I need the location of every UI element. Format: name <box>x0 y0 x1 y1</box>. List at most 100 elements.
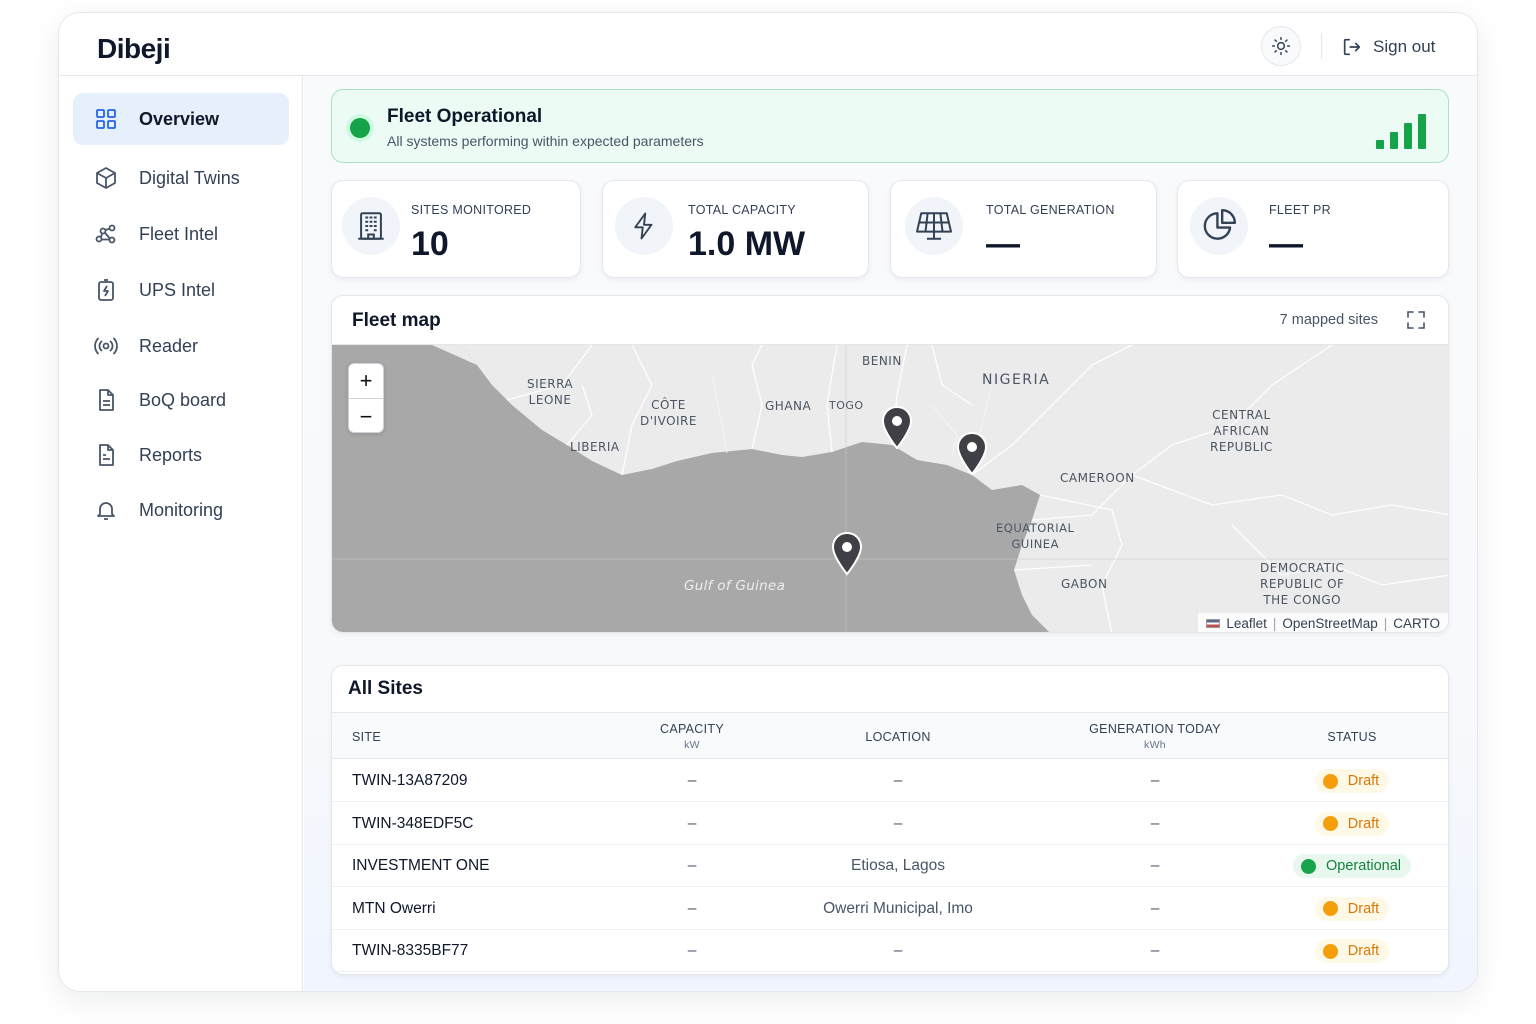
stat-label: FLEET PR <box>1269 203 1331 217</box>
capacity-cell: – <box>687 942 697 959</box>
status-badge: Draft <box>1314 939 1390 963</box>
sites-title: All Sites <box>348 678 423 699</box>
sidebar-item-overview[interactable]: Overview <box>73 93 289 145</box>
sidebar-item-label: Overview <box>139 108 220 129</box>
sun-icon <box>1271 36 1291 56</box>
table-row[interactable]: INVESTMENT ONE – Etiosa, Lagos – Operational <box>332 845 1448 887</box>
map-canvas[interactable]: + − BENIN NIGERIA SIERRA LEONE CÔTE D'IV… <box>332 344 1448 632</box>
header-divider <box>1321 33 1322 59</box>
network-icon <box>95 224 116 244</box>
capacity-cell: – <box>687 772 697 789</box>
sidebar: Overview Digital Twins Fleet Intel UPS I… <box>59 76 303 991</box>
site-name-cell: TWIN-8335BF77 <box>352 942 469 959</box>
map-label-drc: DEMOCRATIC REPUBLIC OF THE CONGO <box>1260 561 1345 607</box>
status-dot <box>1301 858 1317 874</box>
generation-cell: – <box>1150 814 1160 832</box>
all-sites-panel: All Sites SITE CAPACITY kW LOCATION GENE… <box>331 665 1449 975</box>
openstreetmap-link[interactable]: OpenStreetMap <box>1282 616 1377 631</box>
table-row[interactable]: TWIN-13A87209 – – – Draft <box>332 760 1448 802</box>
app-window: Dibeji Sign out Overview Digital Twins F… <box>58 12 1478 992</box>
column-header-generation[interactable]: GENERATION TODAY kWh <box>1065 713 1245 760</box>
stat-label: TOTAL CAPACITY <box>688 203 796 217</box>
expand-icon[interactable] <box>1406 310 1426 330</box>
map-label-benin: BENIN <box>862 354 902 368</box>
stat-value: 1.0 MW <box>688 225 806 263</box>
sidebar-item-monitoring[interactable]: Monitoring <box>73 484 289 536</box>
attribution-separator: | <box>1272 616 1277 631</box>
battery-bolt-icon <box>98 279 114 301</box>
map-marker-pin[interactable] <box>954 431 990 477</box>
stat-card-generation: TOTAL GENERATION — <box>890 180 1157 278</box>
banner-subtitle: All systems performing within expected p… <box>387 133 704 149</box>
sidebar-item-fleet-intel[interactable]: Fleet Intel <box>73 208 289 260</box>
status-label: Draft <box>1347 900 1380 917</box>
map-label-sierra-leone: SIERRA LEONE <box>527 377 574 407</box>
status-cell: Draft <box>1292 930 1412 972</box>
location-cell: – <box>893 772 903 789</box>
sites-table-header: SITE CAPACITY kW LOCATION GENERATION TOD… <box>332 712 1448 759</box>
theme-toggle-button[interactable] <box>1261 26 1301 66</box>
location-cell: Owerri Municipal, Imo <box>823 899 973 917</box>
map-label-liberia: LIBERIA <box>570 440 620 454</box>
column-header-capacity[interactable]: CAPACITY kW <box>632 713 752 760</box>
status-dot <box>1322 773 1338 789</box>
app-logo: Dibeji <box>97 33 171 64</box>
site-name-cell: TWIN-13A87209 <box>352 772 468 789</box>
sign-out-icon <box>1343 38 1361 56</box>
sidebar-item-reader[interactable]: Reader <box>73 320 289 372</box>
zoom-out-button[interactable]: − <box>349 399 383 434</box>
main-content: Fleet Operational All systems performing… <box>304 76 1477 991</box>
sidebar-item-boq-board[interactable]: BoQ board <box>73 374 289 426</box>
capacity-cell: – <box>687 899 697 917</box>
column-header-site[interactable]: SITE <box>352 713 381 760</box>
building-icon <box>342 197 400 255</box>
pie-chart-icon <box>1190 197 1248 255</box>
sidebar-item-label: Reader <box>139 335 199 356</box>
carto-link[interactable]: CARTO <box>1393 616 1440 631</box>
stat-value: 10 <box>411 225 449 263</box>
table-row[interactable]: TWIN-8335BF77 – – – Draft <box>332 930 1448 972</box>
map-label-ghana: GHANA <box>765 399 812 413</box>
sidebar-item-digital-twins[interactable]: Digital Twins <box>73 152 289 204</box>
stat-card-sites: SITES MONITORED 10 <box>331 180 581 278</box>
status-cell: Draft <box>1292 888 1412 930</box>
status-cell: Draft <box>1292 760 1412 802</box>
table-row[interactable]: MTN Owerri – Owerri Municipal, Imo – Draft <box>332 888 1448 930</box>
lightning-icon <box>615 197 673 255</box>
capacity-cell: – <box>687 814 697 832</box>
stat-value: — <box>1269 225 1303 263</box>
zoom-in-button[interactable]: + <box>349 364 383 399</box>
status-label: Draft <box>1347 943 1380 959</box>
sidebar-item-label: Reports <box>139 444 203 465</box>
map-label-nigeria: NIGERIA <box>982 372 1051 388</box>
column-header-location[interactable]: LOCATION <box>798 713 998 760</box>
sidebar-item-label: Monitoring <box>139 499 224 520</box>
map-marker-pin[interactable] <box>829 531 865 577</box>
capacity-cell: – <box>687 857 697 874</box>
fleet-map-panel: Fleet map 7 mapped sites + − BENIN NIGER… <box>331 295 1449 633</box>
cube-icon <box>96 167 116 189</box>
sidebar-item-ups-intel[interactable]: UPS Intel <box>73 264 289 316</box>
column-header-status[interactable]: STATUS <box>1292 713 1412 760</box>
location-cell: – <box>893 814 903 832</box>
sidebar-item-label: Fleet Intel <box>139 223 219 244</box>
map-title: Fleet map <box>352 310 441 331</box>
generation-cell: – <box>1150 899 1160 917</box>
generation-cell: – <box>1150 772 1160 789</box>
top-header: Dibeji Sign out <box>59 13 1477 76</box>
generation-cell: – <box>1150 857 1160 874</box>
map-attribution: Leaflet | OpenStreetMap | CARTO <box>1198 613 1448 632</box>
zoom-control: + − <box>348 363 384 433</box>
table-row[interactable]: TWIN-348EDF5C – – – Draft <box>332 803 1448 845</box>
sidebar-item-label: Digital Twins <box>139 167 240 188</box>
map-label-gulf-of-guinea: Gulf of Guinea <box>684 578 786 594</box>
stat-label: SITES MONITORED <box>411 203 532 217</box>
site-name-cell: INVESTMENT ONE <box>352 857 490 874</box>
map-marker-pin[interactable] <box>879 405 915 451</box>
stat-label: TOTAL GENERATION <box>986 203 1115 217</box>
leaflet-link[interactable]: Leaflet <box>1226 616 1267 631</box>
report-icon <box>99 444 114 466</box>
sign-out-button[interactable]: Sign out <box>1341 33 1435 61</box>
sidebar-item-reports[interactable]: Reports <box>73 429 289 481</box>
document-icon <box>99 389 114 411</box>
